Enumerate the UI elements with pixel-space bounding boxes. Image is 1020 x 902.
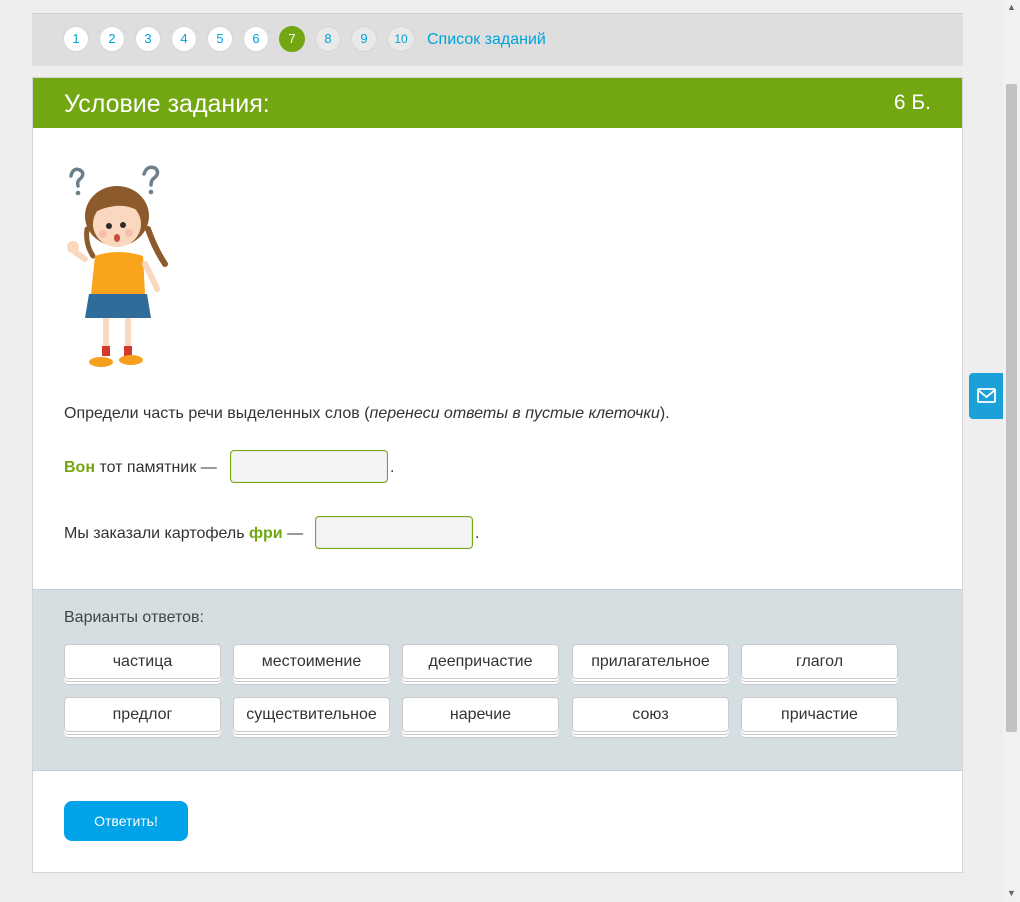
task-navigation: 1 2 3 4 5 6 7 8 9 10 Список заданий <box>32 13 963 66</box>
answer-option-chip[interactable]: союз <box>572 697 729 732</box>
task-number-5[interactable]: 5 <box>207 26 233 52</box>
question-2: Мы заказали картофель фри — <box>64 525 303 543</box>
task-number-7-current[interactable]: 7 <box>279 26 305 52</box>
question-1-period: . <box>390 459 395 476</box>
question-1: Вон тот памятник — <box>64 459 217 477</box>
task-number-10[interactable]: 10 <box>387 26 415 52</box>
instruction-end: ). <box>659 405 670 422</box>
submit-answer-button[interactable]: Ответить! <box>64 801 188 841</box>
task-number-9[interactable]: 9 <box>351 26 377 52</box>
answer-option-chip[interactable]: причастие <box>741 697 898 732</box>
task-points: 6 Б. <box>893 91 931 114</box>
task-instruction: Определи часть речи выделенных слов (пер… <box>64 405 670 423</box>
answer-options-panel: Варианты ответов: частица местоимение де… <box>33 589 962 771</box>
answer-option-chip[interactable]: глагол <box>741 644 898 679</box>
envelope-icon <box>977 388 996 403</box>
task-number-3[interactable]: 3 <box>135 26 161 52</box>
girl-illustration <box>67 165 168 367</box>
question-2-text: Мы заказали картофель <box>64 525 250 542</box>
answer-option-chip[interactable]: частица <box>64 644 221 679</box>
question-2-dash: — <box>282 525 304 542</box>
question-1-text: тот памятник — <box>95 459 217 476</box>
task-number-6[interactable]: 6 <box>243 26 269 52</box>
highlighted-word-2: фри <box>249 525 283 542</box>
scroll-thumb[interactable] <box>1006 84 1017 732</box>
answer-option-chip[interactable]: деепричастие <box>402 644 559 679</box>
highlighted-word-1: Вон <box>64 459 95 476</box>
question-2-period: . <box>475 525 480 542</box>
task-number-4[interactable]: 4 <box>171 26 197 52</box>
task-card: Условие задания: 6 Б. Определи часть реч <box>32 77 963 873</box>
answer-option-chip[interactable]: прилагательное <box>572 644 729 679</box>
answer-option-chip[interactable]: существительное <box>233 697 390 732</box>
task-title: Условие задания: <box>64 90 270 118</box>
answer-option-chip[interactable]: местоимение <box>233 644 390 679</box>
answer-option-chip[interactable]: предлог <box>64 697 221 732</box>
answer-option-chip[interactable]: наречие <box>402 697 559 732</box>
task-number-1[interactable]: 1 <box>63 26 89 52</box>
task-header: Условие задания: 6 Б. <box>33 78 962 128</box>
scroll-up-arrow-icon[interactable]: ▲ <box>1003 0 1020 14</box>
answer-options-title: Варианты ответов: <box>64 609 204 626</box>
instruction-text: Определи часть речи выделенных слов ( <box>64 405 370 422</box>
instruction-hint: перенеси ответы в пустые клеточки <box>369 405 660 422</box>
task-list-link[interactable]: Список заданий <box>427 31 546 49</box>
scroll-down-arrow-icon[interactable]: ▼ <box>1003 886 1020 900</box>
task-number-8[interactable]: 8 <box>315 26 341 52</box>
page-scrollbar[interactable]: ▲ ▼ <box>1003 0 1020 902</box>
answer-drop-box-2[interactable] <box>315 516 473 549</box>
answer-drop-box-1[interactable] <box>230 450 388 483</box>
task-number-2[interactable]: 2 <box>99 26 125 52</box>
feedback-mail-button[interactable] <box>969 373 1003 419</box>
